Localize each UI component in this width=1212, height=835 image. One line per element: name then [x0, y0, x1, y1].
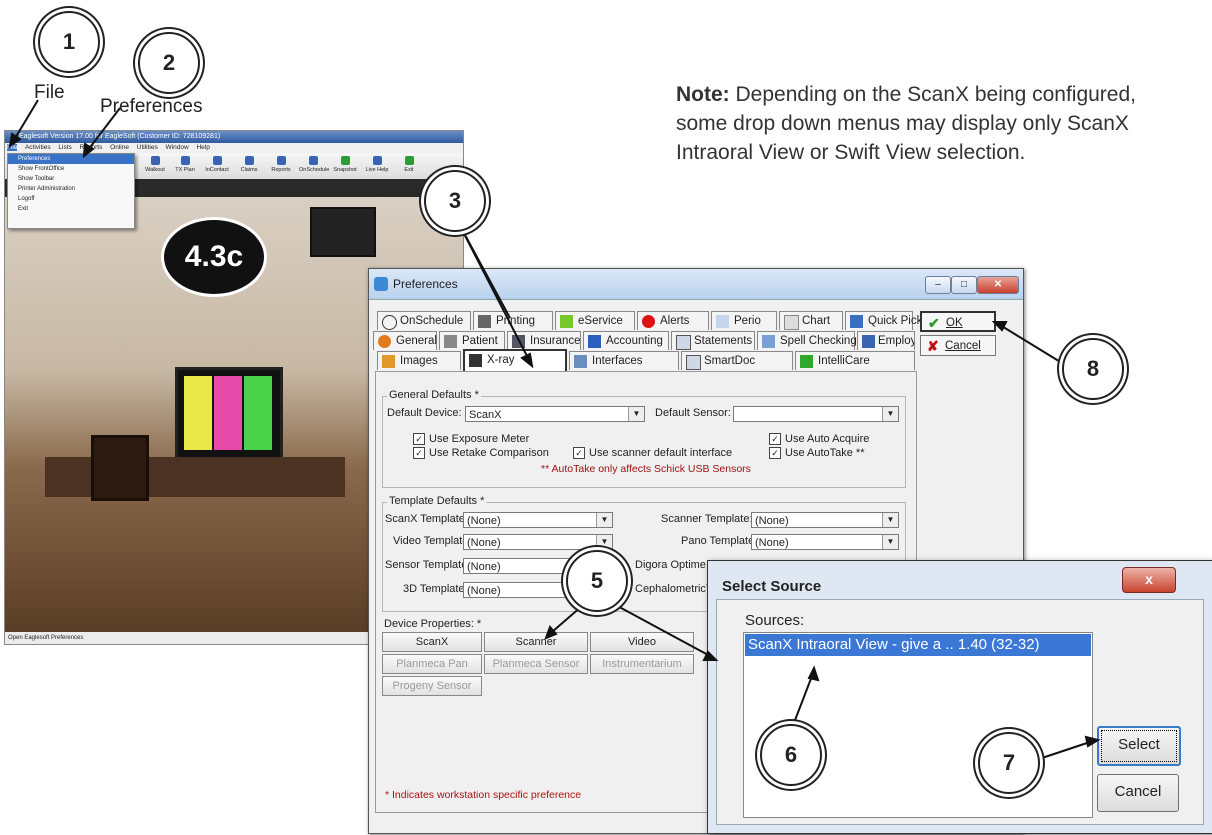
- callout-3: 3: [424, 170, 486, 232]
- callout-6: 6: [760, 724, 822, 786]
- note-label: Note:: [676, 83, 730, 106]
- callout-2: 2: [138, 32, 200, 94]
- note-text: Note: Depending on the ScanX being confi…: [676, 80, 1186, 167]
- callout-8: 8: [1062, 338, 1124, 400]
- callout-1: 1: [38, 11, 100, 73]
- note-body: Depending on the ScanX being configured,…: [676, 83, 1136, 164]
- callout-5: 5: [566, 550, 628, 612]
- preferences-annotation: Preferences: [100, 96, 203, 117]
- callout-7: 7: [978, 732, 1040, 794]
- file-annotation: File: [34, 82, 65, 103]
